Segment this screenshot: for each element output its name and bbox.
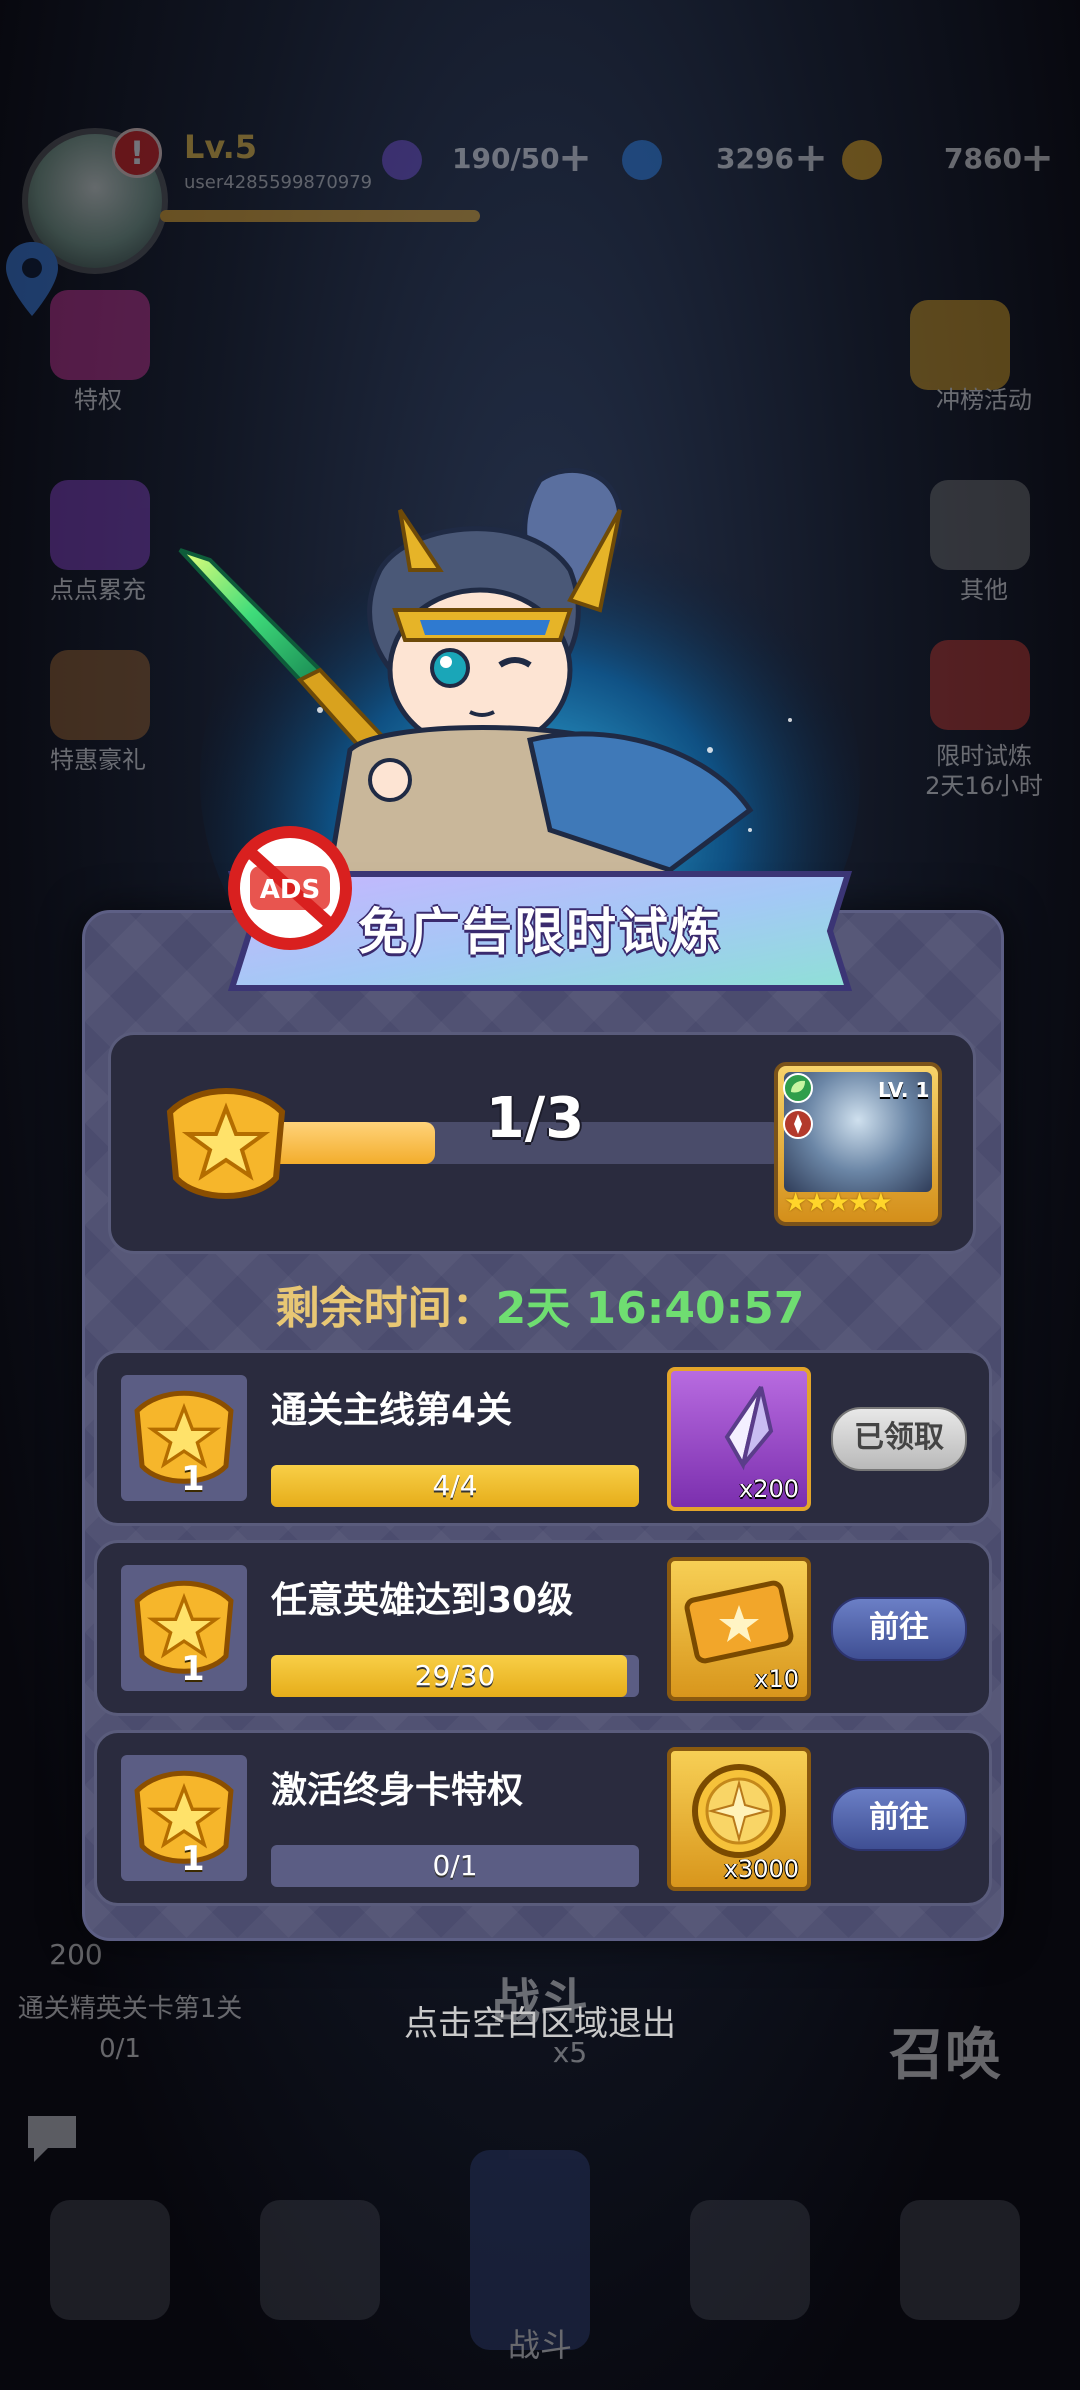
side-label-ranking: 冲榜活动: [936, 386, 1032, 414]
side-label-special-gift: 特惠豪礼: [50, 746, 146, 774]
nav-battle-label: 战斗: [507, 2326, 572, 2364]
xp-bar: [160, 210, 480, 222]
reward-hero-level: LV. 1: [878, 1078, 930, 1102]
add-gems-button[interactable]: +: [792, 138, 830, 178]
task-progress-bar: 29/30: [271, 1655, 639, 1697]
summon-button-label: 召唤: [889, 2023, 1001, 2088]
class-icon: [783, 1109, 813, 1139]
gold-value: 7860: [944, 142, 1022, 175]
task-star-count: 1: [181, 1459, 205, 1499]
recharge-gift-icon[interactable]: [50, 480, 150, 570]
claimed-button[interactable]: 已领取: [831, 1407, 967, 1471]
task-star-count: 1: [181, 1649, 205, 1689]
ads-text: ADS: [260, 875, 320, 905]
trophy-icon[interactable]: [910, 300, 1010, 390]
stamina-value: 190/50: [452, 142, 560, 175]
reward-item[interactable]: x3000: [667, 1747, 811, 1891]
gold-icon: [842, 140, 882, 180]
avatar-alert-badge: !: [112, 128, 162, 178]
reward-hero-stars: ★★★★★: [784, 1188, 893, 1218]
reward-quantity: x3000: [723, 1855, 799, 1883]
add-stamina-button[interactable]: +: [556, 138, 594, 178]
side-label-other: 其他: [960, 576, 1008, 604]
reward-item[interactable]: x200: [667, 1367, 811, 1511]
trial-chest-icon[interactable]: [930, 640, 1030, 730]
reward-quantity: x10: [754, 1665, 799, 1693]
task-row-2: 1 任意英雄达到30级 29/30 x10 前往: [94, 1540, 992, 1716]
star-medal-icon: [166, 1088, 286, 1199]
task-progress-text: 29/30: [414, 1659, 496, 1692]
go-button[interactable]: 前往: [831, 1787, 967, 1851]
privilege-icon[interactable]: [50, 290, 150, 380]
side-label-privilege: 特权: [74, 386, 122, 414]
remaining-time-label: 剩余时间：: [275, 1283, 496, 1334]
elite-stage-progress: 0/1: [99, 2034, 141, 2064]
add-gold-button[interactable]: +: [1018, 138, 1056, 178]
special-gift-icon[interactable]: [50, 650, 150, 740]
leaf-element-icon: [783, 1073, 813, 1103]
no-ads-icon: ADS: [228, 826, 352, 950]
task-title: 通关主线第4关: [271, 1390, 513, 1431]
potion-icon: [382, 140, 422, 180]
reward-hero-card[interactable]: LV. 1 ★★★★★: [774, 1062, 942, 1226]
side-label-trial-timer: 2天16小时: [925, 772, 1043, 800]
nav-map[interactable]: [900, 2200, 1020, 2320]
player-id: user4285599870979: [184, 172, 373, 193]
task-row-1: 1 通关主线第4关 4/4 x200 已领取: [94, 1350, 992, 1526]
nav-shop[interactable]: [50, 2200, 170, 2320]
task-progress-text: 0/1: [432, 1849, 478, 1882]
summon-ticket-icon: [684, 1580, 794, 1664]
elite-stage-task: 通关精英关卡第1关: [17, 1994, 243, 2024]
nav-heroes[interactable]: [260, 2200, 380, 2320]
elite-count: 200: [49, 1938, 103, 1971]
task-title: 激活终身卡特权: [271, 1770, 524, 1811]
gold-coin-icon: [692, 1764, 786, 1858]
milestone-progress-text: 1/3: [485, 1086, 585, 1151]
tap-outside-to-close-hint[interactable]: 点击空白区域退出: [360, 1996, 720, 2045]
reward-quantity: x200: [738, 1475, 799, 1503]
gem-icon: [622, 140, 662, 180]
go-button[interactable]: 前往: [831, 1597, 967, 1661]
chat-icon[interactable]: [22, 2110, 82, 2166]
task-progress-text: 4/4: [432, 1469, 478, 1502]
nav-castle[interactable]: [690, 2200, 810, 2320]
task-row-3: 1 激活终身卡特权 0/1 x3000 前往: [94, 1730, 992, 1906]
task-progress-bar: 4/4: [271, 1465, 639, 1507]
side-label-recharge: 点点累充: [50, 576, 146, 604]
task-star-count: 1: [181, 1839, 205, 1879]
remaining-time-value: 2天 16:40:57: [495, 1283, 805, 1334]
player-level: Lv.5: [184, 128, 258, 166]
remaining-time: 剩余时间：2天 16:40:57: [82, 1272, 998, 1336]
menu-icon[interactable]: [930, 480, 1030, 570]
gems-value: 3296: [716, 142, 794, 175]
reward-item[interactable]: x10: [667, 1557, 811, 1701]
task-progress-bar: 0/1: [271, 1845, 639, 1887]
task-title: 任意英雄达到30级: [271, 1580, 574, 1621]
crystal-shard-icon: [724, 1385, 774, 1471]
